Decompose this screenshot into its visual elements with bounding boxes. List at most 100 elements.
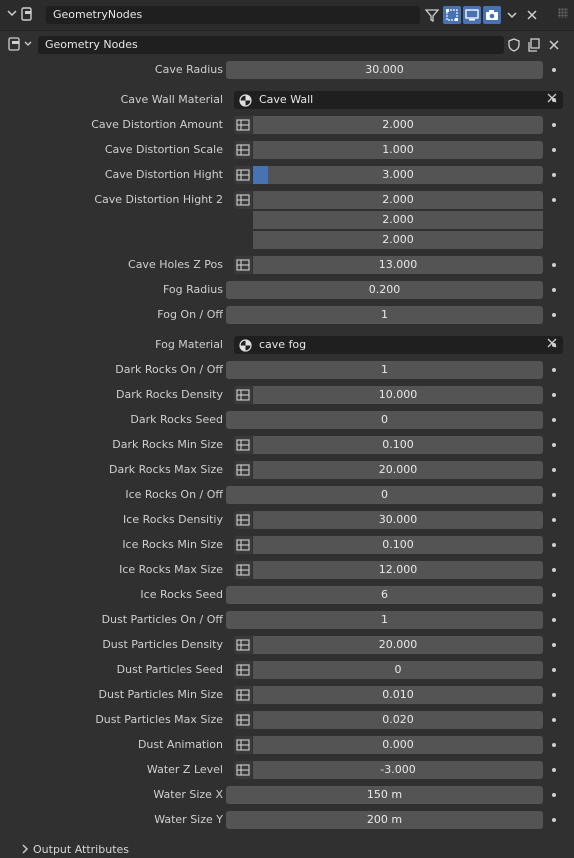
remove-modifier-button[interactable]	[523, 6, 541, 24]
attribute-toggle-icon[interactable]	[234, 116, 252, 134]
vector-component-field[interactable]: 2.000	[253, 231, 543, 249]
attribute-toggle-icon[interactable]	[234, 386, 252, 404]
keyframe-dot-icon[interactable]	[552, 393, 556, 397]
attribute-toggle-icon[interactable]	[234, 761, 252, 779]
attribute-toggle-icon[interactable]	[234, 686, 252, 704]
value-field[interactable]: 200 m	[226, 811, 543, 829]
keyframe-dot-icon[interactable]	[552, 518, 556, 522]
attribute-toggle-icon[interactable]	[234, 166, 252, 184]
keyframe-dot-icon[interactable]	[552, 263, 556, 267]
keyframe-dot-icon[interactable]	[552, 693, 556, 697]
keyframe-dot-icon[interactable]	[552, 568, 556, 572]
keyframe-dot-icon[interactable]	[552, 718, 556, 722]
value-field[interactable]: 0	[226, 411, 543, 429]
keyframe-dot-icon[interactable]	[552, 443, 556, 447]
value-field[interactable]: 2.000	[253, 116, 543, 134]
vector-component-field[interactable]: 2.000	[253, 191, 543, 209]
attribute-toggle-icon[interactable]	[234, 141, 252, 159]
node-group-browse-icon[interactable]	[8, 37, 34, 54]
value-field[interactable]: 0.020	[253, 711, 543, 729]
attribute-toggle-icon[interactable]	[234, 536, 252, 554]
keyframe-dot-icon[interactable]	[552, 98, 556, 102]
keyframe-dot-icon[interactable]	[552, 593, 556, 597]
keyframe-dot-icon[interactable]	[552, 618, 556, 622]
value-field[interactable]: 1.000	[253, 141, 543, 159]
material-field[interactable]: Cave Wall	[234, 91, 563, 109]
drag-handle-icon[interactable]	[558, 8, 568, 18]
value-field[interactable]: 20.000	[253, 636, 543, 654]
edit-mode-toggle[interactable]	[423, 6, 441, 24]
keyframe-dot-icon[interactable]	[552, 543, 556, 547]
value-field[interactable]: 13.000	[253, 256, 543, 274]
render-toggle[interactable]	[483, 6, 501, 24]
input-row-fog-on-off: Fog On / Off 1	[0, 305, 574, 325]
edit-cage-icon	[446, 9, 458, 21]
attribute-toggle-icon[interactable]	[234, 461, 252, 479]
keyframe-dot-icon[interactable]	[552, 288, 556, 292]
chevron-right-icon[interactable]	[20, 844, 30, 857]
value-field[interactable]: 0.100	[253, 436, 543, 454]
value-field[interactable]: 0	[226, 486, 543, 504]
value-field[interactable]: 6	[226, 586, 543, 604]
keyframe-dot-icon[interactable]	[552, 793, 556, 797]
collapse-chevron-icon[interactable]	[6, 7, 18, 22]
fake-user-button[interactable]	[505, 36, 523, 54]
modifier-menu-dropdown[interactable]	[503, 6, 521, 24]
attribute-toggle-icon[interactable]	[234, 256, 252, 274]
keyframe-dot-icon[interactable]	[552, 668, 556, 672]
node-group-name-field[interactable]: Geometry Nodes	[38, 36, 504, 54]
unlink-button[interactable]	[545, 36, 563, 54]
value-field[interactable]: 1	[226, 611, 543, 629]
field-value: 2.000	[382, 213, 414, 226]
keyframe-dot-icon[interactable]	[552, 68, 556, 72]
keyframe-dot-icon[interactable]	[552, 123, 556, 127]
keyframe-dot-icon[interactable]	[552, 368, 556, 372]
value-field[interactable]: 0.000	[253, 736, 543, 754]
material-field[interactable]: cave fog	[234, 336, 563, 354]
input-row-cave-distortion-hight-2: Cave Distortion Hight 2 2.000 2.000 2.000	[0, 190, 574, 249]
value-field[interactable]: 0.200	[226, 281, 543, 299]
duplicate-button[interactable]	[525, 36, 543, 54]
vector-component-field[interactable]: 2.000	[253, 211, 543, 229]
keyframe-dot-icon[interactable]	[552, 643, 556, 647]
keyframe-dot-icon[interactable]	[552, 173, 556, 177]
attribute-toggle-icon[interactable]	[234, 561, 252, 579]
value-field[interactable]: -3.000	[253, 761, 543, 779]
value-field[interactable]: 0	[253, 661, 543, 679]
attribute-toggle-icon[interactable]	[234, 511, 252, 529]
input-label: Dust Particles Seed	[116, 663, 223, 676]
keyframe-dot-icon[interactable]	[552, 493, 556, 497]
input-label: Cave Radius	[154, 63, 223, 76]
value-field[interactable]: 20.000	[253, 461, 543, 479]
value-field[interactable]: 30.000	[226, 61, 543, 79]
keyframe-dot-icon[interactable]	[552, 148, 556, 152]
keyframe-dot-icon[interactable]	[552, 468, 556, 472]
value-field[interactable]: 1	[226, 306, 543, 324]
modifier-name-field[interactable]: GeometryNodes	[46, 6, 420, 24]
attribute-toggle-icon[interactable]	[234, 636, 252, 654]
attribute-toggle-icon[interactable]	[234, 436, 252, 454]
keyframe-dot-icon[interactable]	[552, 818, 556, 822]
value-field[interactable]: 12.000	[253, 561, 543, 579]
value-field[interactable]: 0.010	[253, 686, 543, 704]
attribute-toggle-icon[interactable]	[234, 711, 252, 729]
keyframe-dot-icon[interactable]	[552, 768, 556, 772]
value-field[interactable]: 0.100	[253, 536, 543, 554]
keyframe-dot-icon[interactable]	[552, 743, 556, 747]
attribute-toggle-icon[interactable]	[234, 661, 252, 679]
value-field[interactable]: 3.000	[253, 166, 543, 184]
value-field[interactable]: 30.000	[253, 511, 543, 529]
value-field[interactable]: 150 m	[226, 786, 543, 804]
attribute-toggle-icon[interactable]	[234, 736, 252, 754]
keyframe-dot-icon[interactable]	[552, 418, 556, 422]
keyframe-dot-icon[interactable]	[552, 313, 556, 317]
keyframe-dot-icon[interactable]	[552, 198, 556, 202]
on-cage-toggle[interactable]	[443, 6, 461, 24]
value-field[interactable]: 10.000	[253, 386, 543, 404]
keyframe-dot-icon[interactable]	[552, 343, 556, 347]
attribute-toggle-icon[interactable]	[234, 191, 252, 209]
output-attributes-panel[interactable]: Output Attributes	[0, 842, 574, 857]
value-field[interactable]: 1	[226, 361, 543, 379]
viewport-toggle[interactable]	[463, 6, 481, 24]
input-row-cave-distortion-amount: Cave Distortion Amount 2.000	[0, 115, 574, 135]
